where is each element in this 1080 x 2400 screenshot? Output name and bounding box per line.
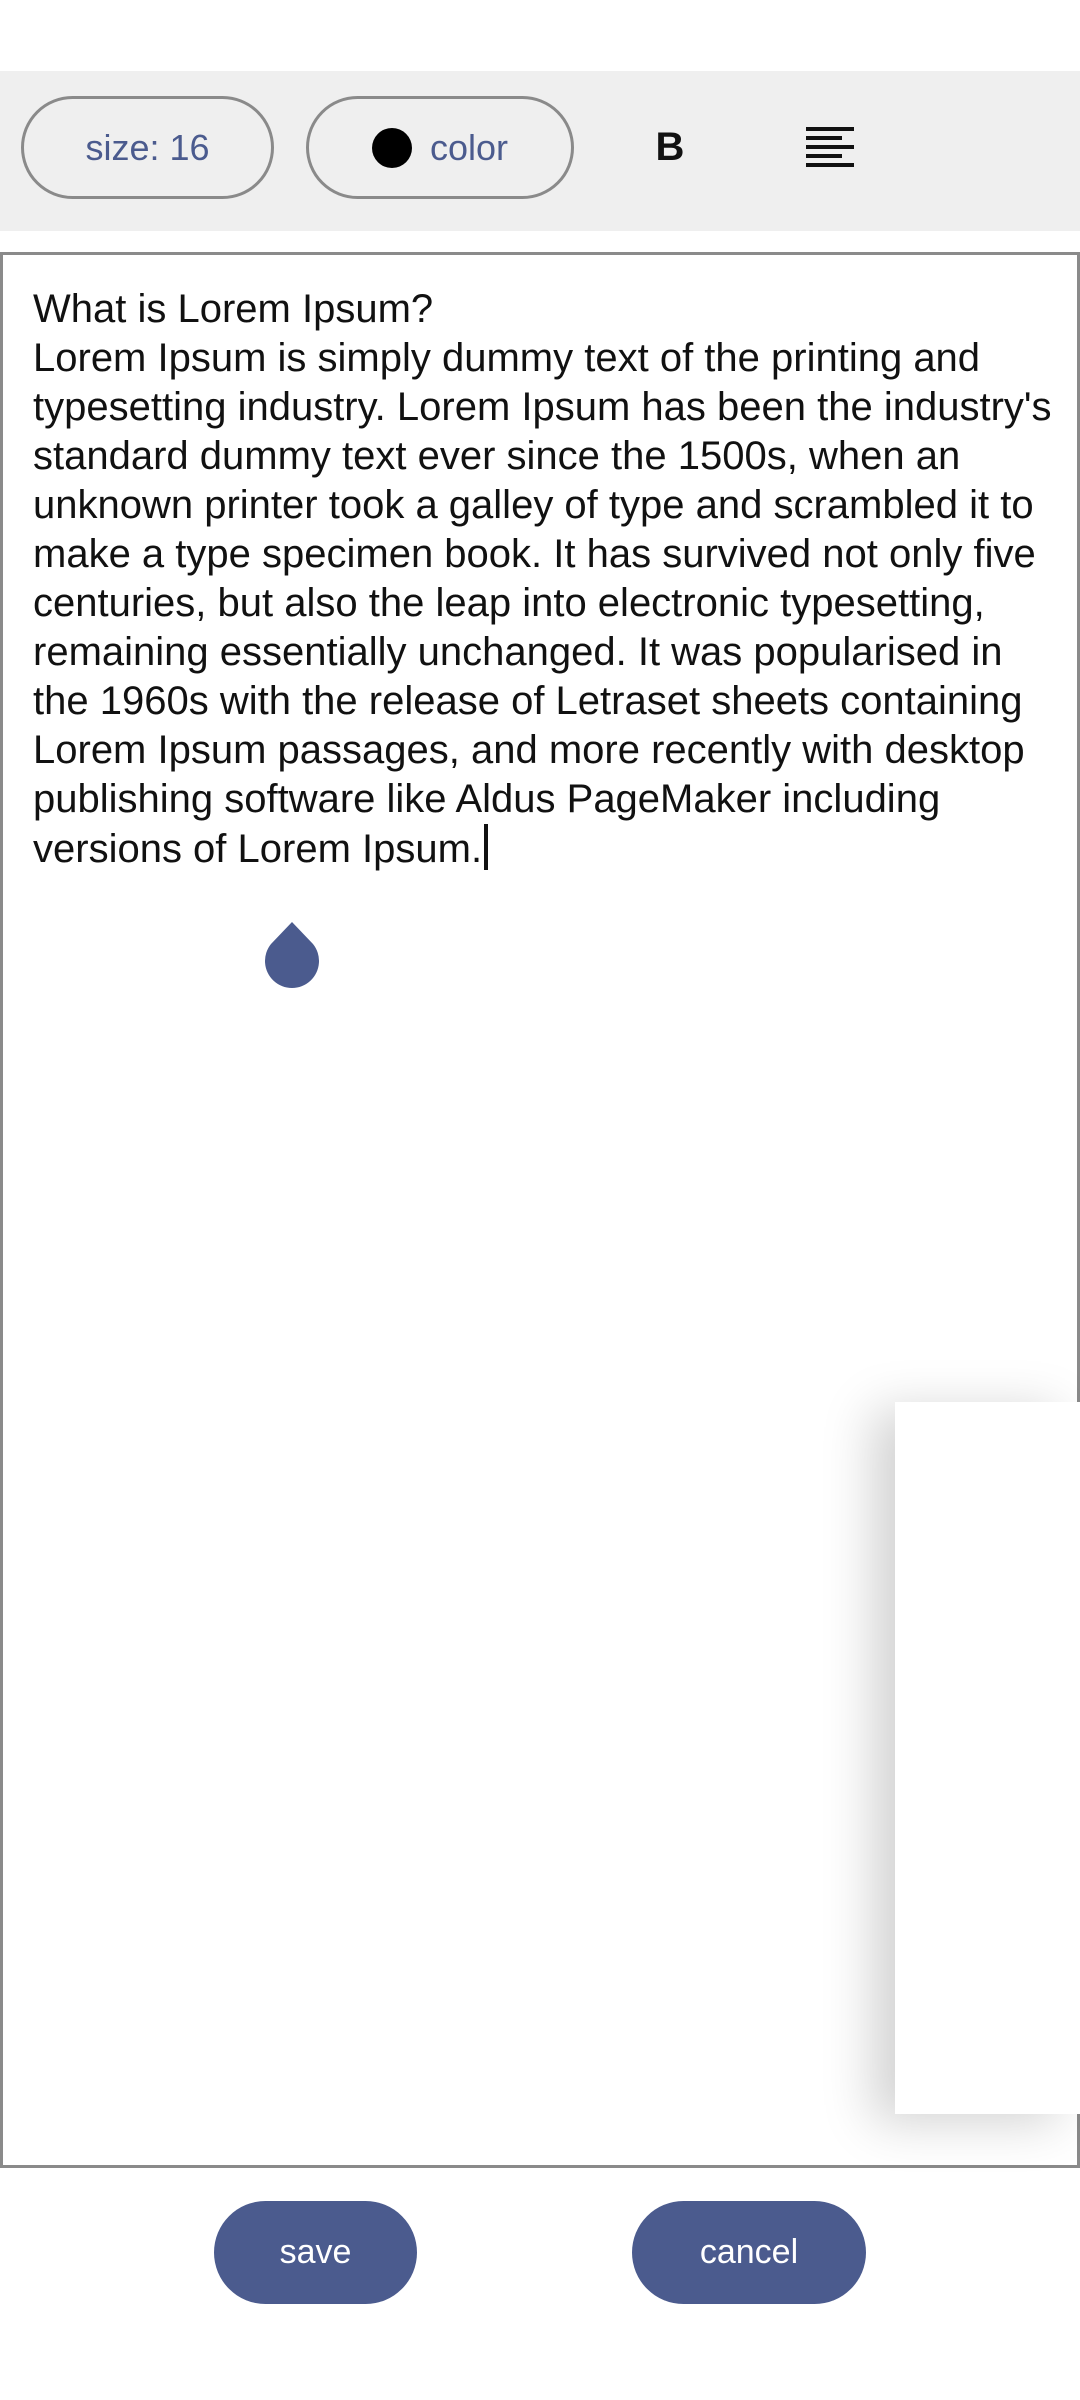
font-size-label: size: 16	[85, 126, 210, 168]
align-button[interactable]	[790, 96, 870, 199]
editor-text: What is Lorem Ipsum? Lorem Ipsum is simp…	[33, 287, 1052, 871]
save-button[interactable]: save	[214, 2201, 417, 2304]
bold-button[interactable]: B	[630, 96, 710, 199]
cursor-handle-icon[interactable]	[265, 922, 319, 988]
save-label: save	[279, 2233, 352, 2271]
cancel-label: cancel	[699, 2233, 799, 2271]
text-color-label: color	[429, 126, 509, 168]
text-color-button[interactable]: color	[306, 96, 574, 199]
status-bar-area	[0, 0, 1080, 71]
text-caret	[484, 824, 489, 870]
align-left-icon	[806, 126, 854, 167]
color-swatch-icon	[371, 127, 412, 168]
text-editor-screen: size: 16 color B What is Lorem Ipsum? Lo…	[0, 0, 1080, 2400]
bold-label: B	[655, 125, 685, 169]
editor-content[interactable]: What is Lorem Ipsum? Lorem Ipsum is simp…	[33, 285, 1053, 874]
cancel-button[interactable]: cancel	[632, 2201, 866, 2304]
formatting-toolbar: size: 16 color B	[0, 71, 1080, 231]
side-panel	[895, 1402, 1080, 2114]
font-size-button[interactable]: size: 16	[21, 96, 274, 199]
